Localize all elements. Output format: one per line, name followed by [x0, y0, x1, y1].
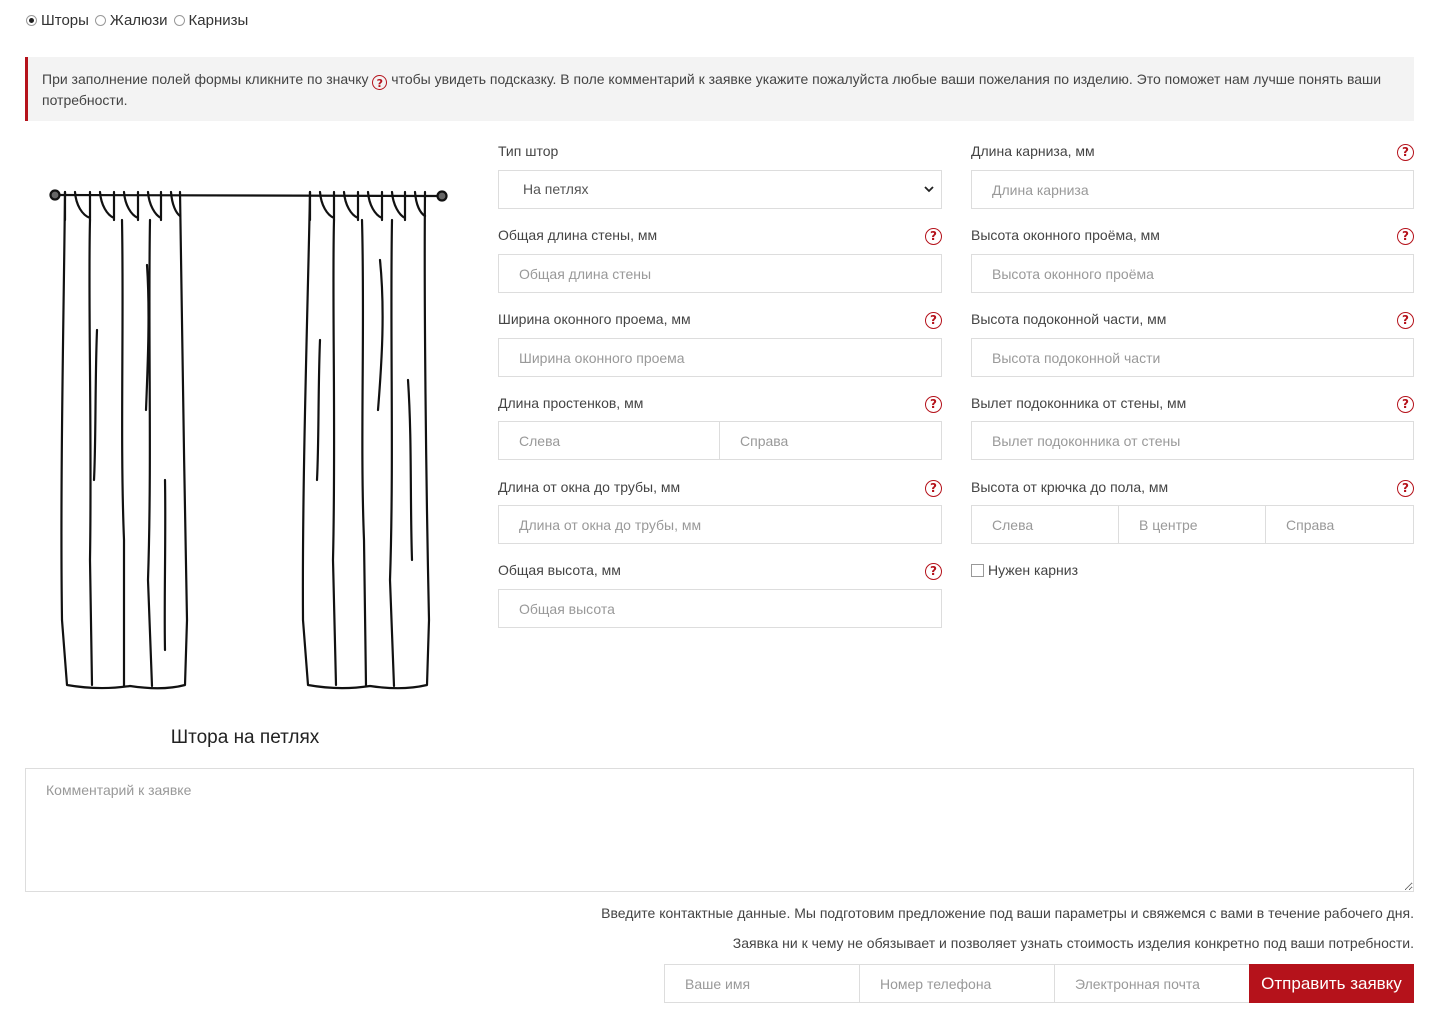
name-input[interactable] [664, 964, 860, 1003]
rod-length-input[interactable] [971, 170, 1414, 209]
hook-center-input[interactable] [1118, 505, 1266, 544]
window-height-input[interactable] [971, 254, 1414, 293]
category-radio-group: Шторы Жалюзи Карнизы [26, 12, 252, 29]
help-icon[interactable]: ? [925, 396, 942, 413]
window-width-label: Ширина оконного проема, мм [498, 311, 691, 327]
curtain-type-select[interactable]: На петлях [498, 170, 942, 209]
sill-height-label: Высота подоконной части, мм [971, 311, 1167, 327]
email-input[interactable] [1054, 964, 1250, 1003]
illustration-caption: Штора на петлях [170, 727, 320, 748]
radio-dot[interactable] [94, 15, 106, 26]
curtain-on-loops-illustration [49, 189, 448, 690]
window-to-rod-input[interactable] [498, 505, 942, 544]
hook-right-input[interactable] [1265, 505, 1414, 544]
rod-length-label: Длина карниза, мм [971, 143, 1095, 159]
sill-depth-label: Вылет подоконника от стены, мм [971, 395, 1187, 411]
info-notice: При заполнение полей формы кликните по з… [25, 57, 1414, 121]
total-height-input[interactable] [498, 589, 942, 628]
comment-textarea[interactable] [25, 768, 1414, 892]
radio-shtory[interactable]: Шторы [26, 12, 89, 29]
need-rod-checkbox[interactable] [971, 563, 984, 577]
radio-zhaluzi[interactable]: Жалюзи [94, 12, 168, 29]
contact-note-2: Заявка ни к чему не обязывает и позволяе… [732, 935, 1414, 951]
pier-length-label: Длина простенков, мм [498, 395, 644, 411]
contact-note-1: Введите контактные данные. Мы подготовим… [601, 905, 1414, 921]
help-icon[interactable]: ? [925, 563, 942, 580]
radio-label-karnizy: Карнизы [188, 12, 249, 29]
chevron-down-icon [924, 186, 934, 193]
window-height-label: Высота оконного проёма, мм [971, 227, 1160, 243]
wall-length-input[interactable] [498, 254, 942, 293]
help-icon[interactable]: ? [1397, 144, 1414, 161]
help-icon[interactable]: ? [1397, 396, 1414, 413]
help-icon[interactable]: ? [1397, 312, 1414, 329]
hook-to-floor-label: Высота от крючка до пола, мм [971, 479, 1169, 495]
help-icon[interactable]: ? [925, 228, 942, 245]
window-to-rod-label: Длина от окна до трубы, мм [498, 479, 681, 495]
radio-dot[interactable] [173, 15, 185, 26]
radio-label-zhaluzi: Жалюзи [109, 12, 168, 29]
window-width-input[interactable] [498, 338, 942, 377]
need-rod-label: Нужен карниз [988, 562, 1079, 578]
submit-button[interactable]: Отправить заявку [1249, 964, 1414, 1003]
sill-height-input[interactable] [971, 338, 1414, 377]
radio-label-shtory: Шторы [41, 12, 89, 29]
total-height-label: Общая высота, мм [498, 562, 621, 578]
help-icon[interactable]: ? [1397, 480, 1414, 497]
hook-left-input[interactable] [971, 505, 1119, 544]
phone-input[interactable] [859, 964, 1055, 1003]
sill-depth-input[interactable] [971, 421, 1414, 460]
help-icon: ? [372, 75, 388, 90]
radio-dot-selected[interactable] [26, 15, 37, 26]
help-icon[interactable]: ? [925, 480, 942, 497]
pier-left-input[interactable] [498, 421, 720, 460]
notice-text-before: При заполнение полей формы кликните по з… [42, 71, 369, 87]
curtain-type-label: Тип штор [498, 143, 559, 159]
curtain-type-value: На петлях [523, 181, 589, 197]
help-icon[interactable]: ? [1397, 228, 1414, 245]
need-rod-checkbox-row[interactable]: Нужен карниз [971, 562, 1078, 578]
help-icon[interactable]: ? [925, 312, 942, 329]
radio-karnizy[interactable]: Карнизы [173, 12, 249, 29]
pier-right-input[interactable] [719, 421, 942, 460]
wall-length-label: Общая длина стены, мм [498, 227, 658, 243]
